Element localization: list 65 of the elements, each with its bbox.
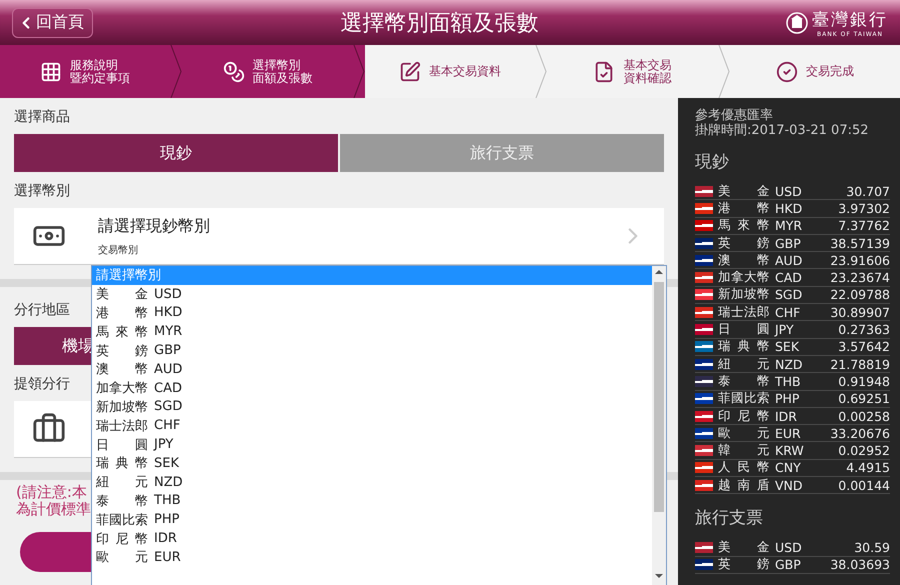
section-label: 選擇商品 <box>14 108 70 126</box>
product-tab[interactable]: 現鈔 <box>14 134 338 172</box>
dropdown-option[interactable]: 日圓 JPY <box>92 435 652 454</box>
dropdown-option[interactable]: 英鎊 GBP <box>92 341 652 360</box>
back-button[interactable]: 回首頁 <box>12 8 93 38</box>
step-label: 暨約定事項 <box>70 72 130 84</box>
rate-row: 美金 USD 30.707 <box>695 183 890 200</box>
dropdown-option[interactable]: 菲國比索 PHP <box>92 510 652 530</box>
rates-title: 參考優惠匯率 <box>695 108 774 123</box>
dropdown-option[interactable]: 馬來幣 MYR <box>92 322 652 342</box>
dropdown-option[interactable]: 瑞士法郎 CHF <box>92 416 652 436</box>
pen-square-icon <box>399 60 422 82</box>
dropdown-option[interactable]: 港幣 HKD <box>92 304 652 322</box>
rate-row: 泰幣 THB 0.91948 <box>695 373 890 391</box>
rate-row: 人民幣 CNY 4.4915 <box>695 460 890 478</box>
rate-row: 日圓 JPY 0.27363 <box>695 321 890 339</box>
dropdown-option[interactable]: 新加坡幣 SGD <box>92 398 652 416</box>
currency-select-card[interactable]: 請選擇現鈔幣別 交易幣別 <box>14 208 664 265</box>
grid-icon <box>40 60 62 82</box>
scrollbar[interactable] <box>652 266 666 585</box>
rates-section-title: 現鈔 <box>695 151 730 173</box>
rate-row: 馬來幣 MYR 7.37762 <box>695 218 890 235</box>
rate-row: 印尼幣 IDR 0.00258 <box>695 408 890 426</box>
dropdown-option[interactable]: 瑞典幣 SEK <box>92 454 652 473</box>
rate-row: 瑞士法郎 CHF 30.89907 <box>695 304 890 322</box>
logo-emblem-icon <box>786 12 808 34</box>
section-label: 分行地區 <box>14 301 70 319</box>
rate-row: 新加坡幣 SGD 22.09788 <box>695 286 890 304</box>
step-label: 面額及張數 <box>252 72 313 84</box>
rate-row: 韓元 KRW 0.02952 <box>695 442 890 460</box>
rate-row: 越南盾 VND 0.00144 <box>695 477 890 494</box>
section-label: 提領分行 <box>14 375 70 393</box>
dropdown-option[interactable]: 加拿大幣 CAD <box>92 378 652 398</box>
rate-row: 澳幣 AUD 23.91606 <box>695 252 890 270</box>
section-label: 選擇幣別 <box>14 182 70 200</box>
step-label: 資料確認 <box>623 72 672 84</box>
check-circle-icon <box>776 60 798 82</box>
rate-row: 歐元 EUR 33.20676 <box>695 425 890 442</box>
logo-name: 臺灣銀行 <box>812 8 888 30</box>
coins-icon <box>222 60 245 82</box>
page-title: 選擇幣別面額及張數 <box>340 10 540 38</box>
step-label: 基本交易資料 <box>429 65 502 78</box>
dropdown-option[interactable]: 紐元 NZD <box>92 472 652 492</box>
dropdown-option[interactable]: 印尼幣 IDR <box>92 529 652 548</box>
document-icon <box>593 60 616 82</box>
rates-time: 掛牌時間:2017-03-21 07:52 <box>695 123 870 138</box>
rate-row: 美金 USD 30.59 <box>695 539 890 557</box>
rate-row: 港幣 HKD 3.97302 <box>695 200 890 218</box>
rate-row: 瑞典幣 SEK 3.57642 <box>695 338 890 356</box>
rate-row: 菲國比索 PHP 0.69251 <box>695 390 890 408</box>
step-label: 服務說明 <box>70 58 120 72</box>
step-label: 選擇幣別 <box>252 58 302 72</box>
rate-row: 英鎊 GBP 38.03693 <box>695 556 890 574</box>
notice-text: (請注意:本 <box>16 484 87 501</box>
notice-text: 為計價標準 <box>16 501 91 518</box>
rates-section-title: 旅行支票 <box>695 507 764 530</box>
dropdown-option[interactable]: 美金 USD <box>92 284 652 304</box>
rate-row: 紐元 NZD 21.78819 <box>695 356 890 374</box>
rate-row: 加拿大幣 CAD 23.23674 <box>695 269 890 287</box>
dropdown-option[interactable]: 歐元 EUR <box>92 548 652 567</box>
dropdown-option[interactable]: 泰幣 THB <box>92 492 652 510</box>
step-label: 交易完成 <box>806 65 854 78</box>
step-label: 基本交易 <box>623 58 672 72</box>
dropdown-option[interactable]: 澳幣 AUD <box>92 360 652 379</box>
rate-row: 英鎊 GBP 38.57139 <box>695 234 890 252</box>
